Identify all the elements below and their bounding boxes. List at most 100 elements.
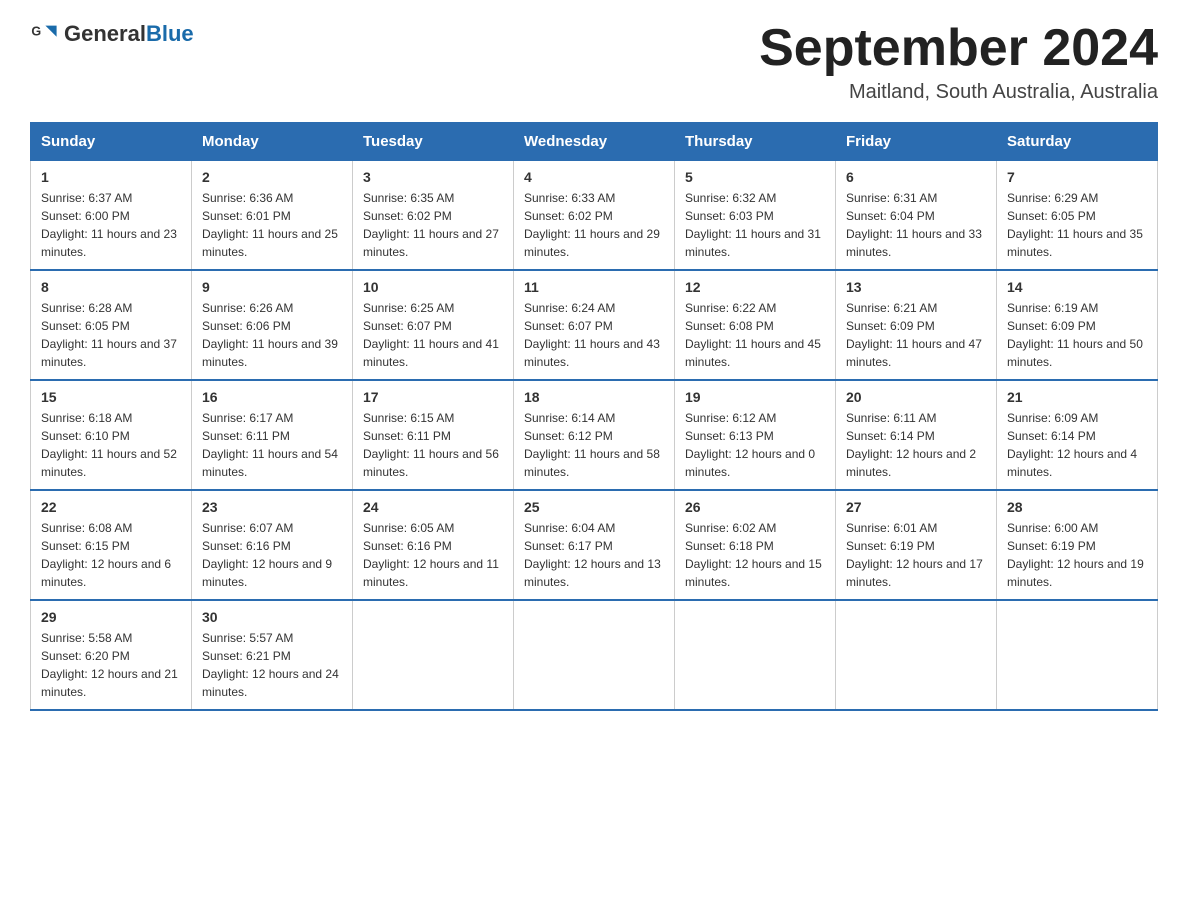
day-number: 29	[41, 609, 181, 625]
logo-text: GeneralBlue	[64, 21, 194, 47]
week-row-1: 1 Sunrise: 6:37 AMSunset: 6:00 PMDayligh…	[31, 161, 1158, 271]
day-number: 14	[1007, 279, 1147, 295]
day-number: 24	[363, 499, 503, 515]
header-day-friday: Friday	[836, 123, 997, 161]
title-section: September 2024 Maitland, South Australia…	[759, 20, 1158, 104]
location: Maitland, South Australia, Australia	[759, 81, 1158, 104]
week-row-4: 22 Sunrise: 6:08 AMSunset: 6:15 PMDaylig…	[31, 490, 1158, 600]
day-number: 17	[363, 389, 503, 405]
day-info: Sunrise: 6:35 AMSunset: 6:02 PMDaylight:…	[363, 189, 503, 261]
day-info: Sunrise: 6:26 AMSunset: 6:06 PMDaylight:…	[202, 299, 342, 371]
day-cell	[836, 600, 997, 710]
header-day-wednesday: Wednesday	[514, 123, 675, 161]
day-cell	[997, 600, 1158, 710]
header-day-monday: Monday	[192, 123, 353, 161]
page-header: G GeneralBlue September 2024 Maitland, S…	[30, 20, 1158, 104]
day-info: Sunrise: 6:22 AMSunset: 6:08 PMDaylight:…	[685, 299, 825, 371]
calendar-table: SundayMondayTuesdayWednesdayThursdayFrid…	[30, 122, 1158, 711]
day-cell: 8 Sunrise: 6:28 AMSunset: 6:05 PMDayligh…	[31, 270, 192, 380]
day-info: Sunrise: 6:11 AMSunset: 6:14 PMDaylight:…	[846, 409, 986, 481]
day-number: 18	[524, 389, 664, 405]
day-cell	[353, 600, 514, 710]
day-number: 7	[1007, 169, 1147, 185]
day-info: Sunrise: 6:14 AMSunset: 6:12 PMDaylight:…	[524, 409, 664, 481]
day-info: Sunrise: 6:02 AMSunset: 6:18 PMDaylight:…	[685, 519, 825, 591]
day-cell: 12 Sunrise: 6:22 AMSunset: 6:08 PMDaylig…	[675, 270, 836, 380]
week-row-3: 15 Sunrise: 6:18 AMSunset: 6:10 PMDaylig…	[31, 380, 1158, 490]
day-number: 10	[363, 279, 503, 295]
day-cell: 9 Sunrise: 6:26 AMSunset: 6:06 PMDayligh…	[192, 270, 353, 380]
day-number: 4	[524, 169, 664, 185]
day-info: Sunrise: 6:28 AMSunset: 6:05 PMDaylight:…	[41, 299, 181, 371]
day-number: 15	[41, 389, 181, 405]
day-cell: 13 Sunrise: 6:21 AMSunset: 6:09 PMDaylig…	[836, 270, 997, 380]
day-cell: 11 Sunrise: 6:24 AMSunset: 6:07 PMDaylig…	[514, 270, 675, 380]
day-cell: 27 Sunrise: 6:01 AMSunset: 6:19 PMDaylig…	[836, 490, 997, 600]
day-info: Sunrise: 5:57 AMSunset: 6:21 PMDaylight:…	[202, 629, 342, 701]
week-row-2: 8 Sunrise: 6:28 AMSunset: 6:05 PMDayligh…	[31, 270, 1158, 380]
day-cell	[675, 600, 836, 710]
header-day-saturday: Saturday	[997, 123, 1158, 161]
day-info: Sunrise: 6:18 AMSunset: 6:10 PMDaylight:…	[41, 409, 181, 481]
day-cell: 10 Sunrise: 6:25 AMSunset: 6:07 PMDaylig…	[353, 270, 514, 380]
day-info: Sunrise: 6:09 AMSunset: 6:14 PMDaylight:…	[1007, 409, 1147, 481]
day-cell: 26 Sunrise: 6:02 AMSunset: 6:18 PMDaylig…	[675, 490, 836, 600]
logo-blue: Blue	[146, 21, 194, 46]
day-info: Sunrise: 6:24 AMSunset: 6:07 PMDaylight:…	[524, 299, 664, 371]
day-cell: 14 Sunrise: 6:19 AMSunset: 6:09 PMDaylig…	[997, 270, 1158, 380]
header-day-thursday: Thursday	[675, 123, 836, 161]
day-number: 30	[202, 609, 342, 625]
day-number: 11	[524, 279, 664, 295]
day-info: Sunrise: 6:32 AMSunset: 6:03 PMDaylight:…	[685, 189, 825, 261]
day-info: Sunrise: 6:12 AMSunset: 6:13 PMDaylight:…	[685, 409, 825, 481]
day-info: Sunrise: 6:01 AMSunset: 6:19 PMDaylight:…	[846, 519, 986, 591]
day-cell: 17 Sunrise: 6:15 AMSunset: 6:11 PMDaylig…	[353, 380, 514, 490]
day-number: 25	[524, 499, 664, 515]
day-cell: 15 Sunrise: 6:18 AMSunset: 6:10 PMDaylig…	[31, 380, 192, 490]
day-cell: 30 Sunrise: 5:57 AMSunset: 6:21 PMDaylig…	[192, 600, 353, 710]
day-number: 23	[202, 499, 342, 515]
day-number: 28	[1007, 499, 1147, 515]
day-number: 22	[41, 499, 181, 515]
day-info: Sunrise: 6:00 AMSunset: 6:19 PMDaylight:…	[1007, 519, 1147, 591]
day-info: Sunrise: 6:21 AMSunset: 6:09 PMDaylight:…	[846, 299, 986, 371]
day-number: 8	[41, 279, 181, 295]
day-cell: 1 Sunrise: 6:37 AMSunset: 6:00 PMDayligh…	[31, 161, 192, 271]
day-info: Sunrise: 6:15 AMSunset: 6:11 PMDaylight:…	[363, 409, 503, 481]
day-info: Sunrise: 6:17 AMSunset: 6:11 PMDaylight:…	[202, 409, 342, 481]
day-number: 27	[846, 499, 986, 515]
logo: G GeneralBlue	[30, 20, 194, 48]
day-info: Sunrise: 6:04 AMSunset: 6:17 PMDaylight:…	[524, 519, 664, 591]
day-cell: 21 Sunrise: 6:09 AMSunset: 6:14 PMDaylig…	[997, 380, 1158, 490]
day-number: 20	[846, 389, 986, 405]
day-cell: 23 Sunrise: 6:07 AMSunset: 6:16 PMDaylig…	[192, 490, 353, 600]
day-cell: 20 Sunrise: 6:11 AMSunset: 6:14 PMDaylig…	[836, 380, 997, 490]
day-info: Sunrise: 5:58 AMSunset: 6:20 PMDaylight:…	[41, 629, 181, 701]
day-cell: 29 Sunrise: 5:58 AMSunset: 6:20 PMDaylig…	[31, 600, 192, 710]
day-number: 21	[1007, 389, 1147, 405]
day-info: Sunrise: 6:07 AMSunset: 6:16 PMDaylight:…	[202, 519, 342, 591]
day-cell: 24 Sunrise: 6:05 AMSunset: 6:16 PMDaylig…	[353, 490, 514, 600]
day-info: Sunrise: 6:36 AMSunset: 6:01 PMDaylight:…	[202, 189, 342, 261]
day-info: Sunrise: 6:33 AMSunset: 6:02 PMDaylight:…	[524, 189, 664, 261]
day-cell: 6 Sunrise: 6:31 AMSunset: 6:04 PMDayligh…	[836, 161, 997, 271]
day-number: 13	[846, 279, 986, 295]
header-row: SundayMondayTuesdayWednesdayThursdayFrid…	[31, 123, 1158, 161]
day-number: 3	[363, 169, 503, 185]
day-cell: 2 Sunrise: 6:36 AMSunset: 6:01 PMDayligh…	[192, 161, 353, 271]
week-row-5: 29 Sunrise: 5:58 AMSunset: 6:20 PMDaylig…	[31, 600, 1158, 710]
day-cell: 7 Sunrise: 6:29 AMSunset: 6:05 PMDayligh…	[997, 161, 1158, 271]
day-cell: 22 Sunrise: 6:08 AMSunset: 6:15 PMDaylig…	[31, 490, 192, 600]
logo-icon: G	[30, 20, 58, 48]
day-info: Sunrise: 6:05 AMSunset: 6:16 PMDaylight:…	[363, 519, 503, 591]
day-number: 16	[202, 389, 342, 405]
month-title: September 2024	[759, 20, 1158, 77]
day-number: 2	[202, 169, 342, 185]
day-cell: 3 Sunrise: 6:35 AMSunset: 6:02 PMDayligh…	[353, 161, 514, 271]
day-cell	[514, 600, 675, 710]
day-info: Sunrise: 6:31 AMSunset: 6:04 PMDaylight:…	[846, 189, 986, 261]
day-number: 6	[846, 169, 986, 185]
day-cell: 25 Sunrise: 6:04 AMSunset: 6:17 PMDaylig…	[514, 490, 675, 600]
day-info: Sunrise: 6:29 AMSunset: 6:05 PMDaylight:…	[1007, 189, 1147, 261]
day-cell: 5 Sunrise: 6:32 AMSunset: 6:03 PMDayligh…	[675, 161, 836, 271]
